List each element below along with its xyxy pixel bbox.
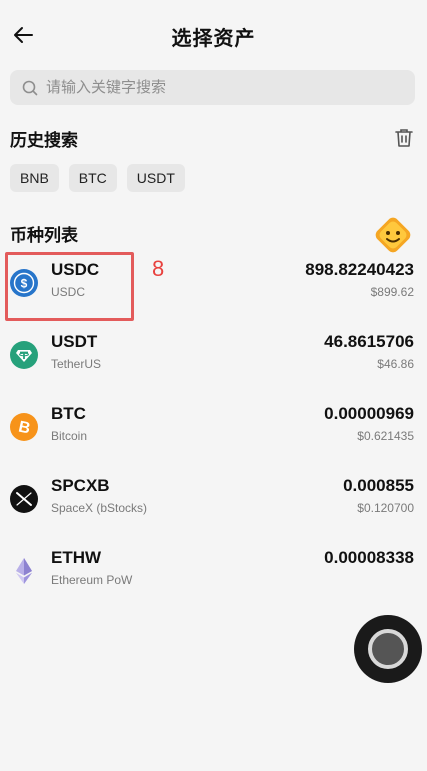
coin-list-title: 币种列表 [10, 226, 78, 245]
history-chips: BNB BTC USDT [10, 164, 185, 192]
coin-row-ethw[interactable]: ETHW Ethereum PoW 0.00008338 [0, 540, 427, 612]
page-title: 选择资产 [171, 28, 256, 50]
search-input[interactable] [46, 79, 376, 96]
coin-symbol: ETHW [51, 548, 102, 567]
history-chip-btc[interactable]: BTC [68, 164, 117, 192]
coin-name: SpaceX (bStocks) [51, 501, 148, 515]
coin-amount: 0.000855 [343, 476, 414, 495]
coin-name: Ethereum PoW [51, 573, 133, 587]
coin-symbol: USDC [51, 260, 100, 279]
coin-symbol: BTC [51, 404, 86, 423]
history-title: 历史搜索 [10, 131, 78, 150]
header: 选择资产 [0, 0, 427, 70]
btc-icon: B [10, 413, 38, 441]
coin-amount: 46.8615706 [324, 332, 414, 351]
coin-amount: 898.82240423 [305, 260, 414, 279]
usdc-icon: $ [10, 269, 38, 297]
search-icon [22, 80, 38, 95]
coin-row-spcxb[interactable]: SPCXB SpaceX (bStocks) 0.000855 $0.12070… [0, 468, 427, 540]
svg-text:$: $ [21, 277, 28, 291]
coin-value: $0.120700 [357, 501, 414, 515]
coin-amount: 0.00000969 [324, 404, 414, 423]
history-chip-usdt[interactable]: USDT [126, 164, 185, 192]
coin-row-usdt[interactable]: USDT TetherUS 46.8615706 $46.86 [0, 324, 427, 396]
ethw-icon [16, 558, 32, 584]
annotation-number: 8 [152, 256, 165, 281]
coin-amount: 0.00008338 [324, 548, 414, 567]
clear-history-button[interactable] [392, 126, 416, 150]
trash-icon [395, 129, 413, 147]
coin-name: Bitcoin [51, 429, 88, 443]
spacex-icon [10, 485, 38, 513]
coin-value: $46.86 [377, 357, 414, 371]
coin-row-usdc[interactable]: $ USDC USDC 898.82240423 $899.62 [0, 252, 427, 324]
coin-symbol: SPCXB [51, 476, 110, 495]
assistive-touch-ring [368, 629, 408, 669]
assistive-touch-button[interactable] [354, 615, 422, 683]
coin-name: TetherUS [51, 357, 102, 371]
coin-value: $899.62 [370, 285, 414, 299]
coin-symbol: USDT [51, 332, 98, 351]
coin-row-btc[interactable]: B BTC Bitcoin 0.00000969 $0.621435 [0, 396, 427, 468]
search-bar[interactable] [10, 70, 415, 105]
coin-name: USDC [51, 285, 86, 299]
usdt-icon [10, 341, 38, 369]
history-chip-bnb[interactable]: BNB [10, 164, 59, 192]
coin-value: $0.621435 [357, 429, 414, 443]
